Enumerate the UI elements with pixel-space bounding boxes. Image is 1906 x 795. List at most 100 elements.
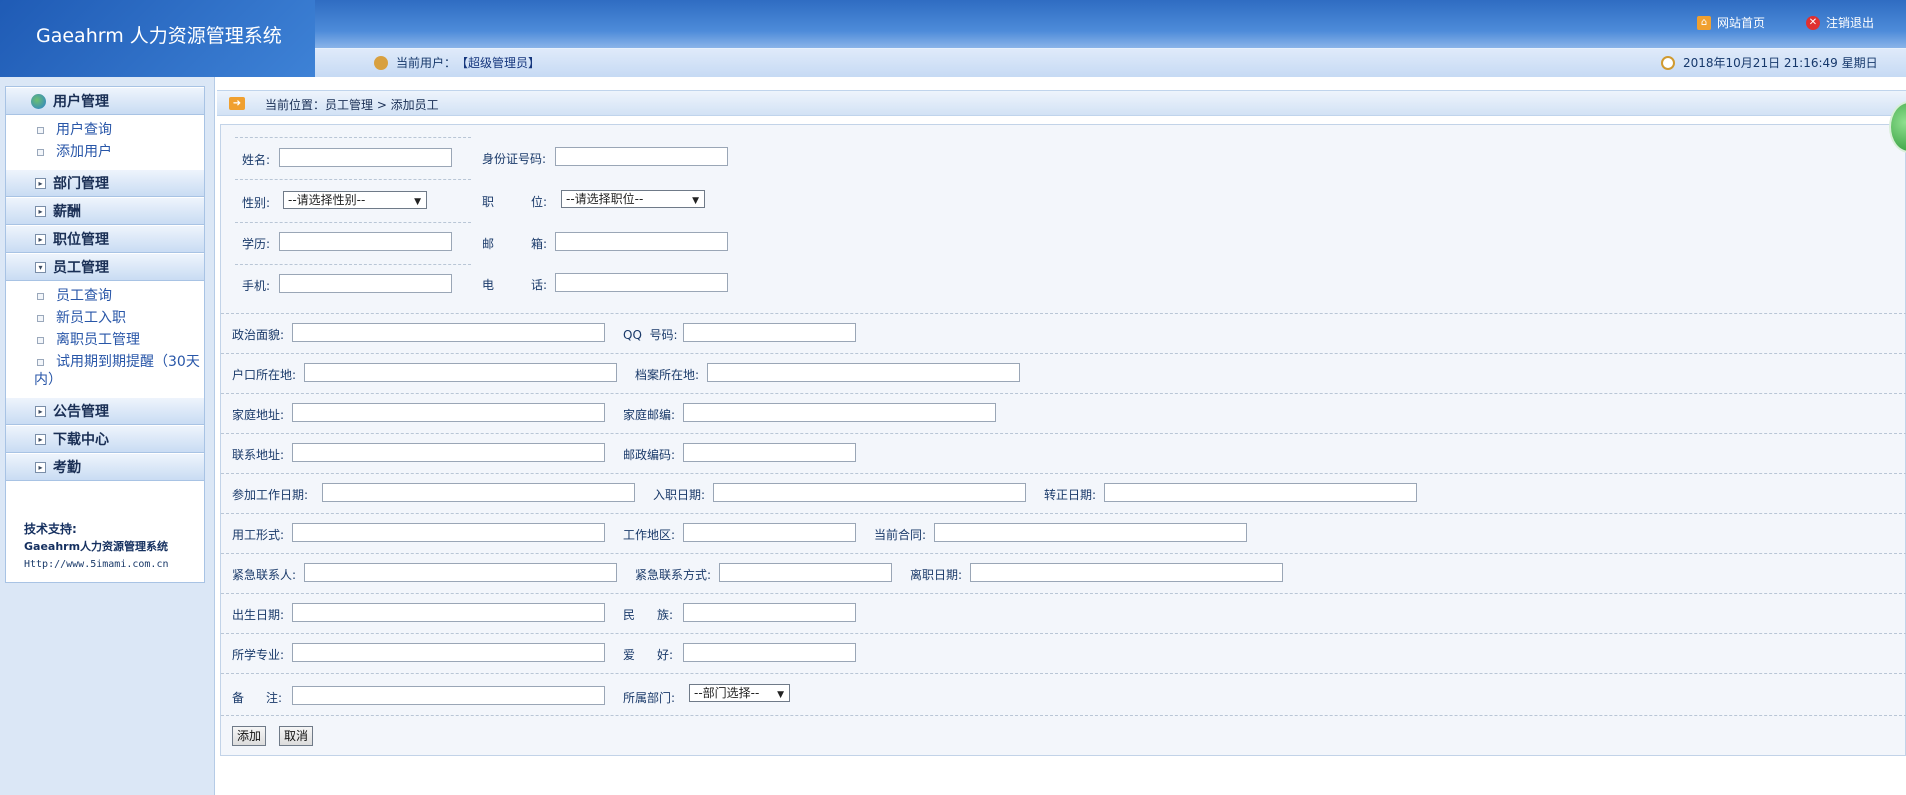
sidebar: 用户管理 用户查询 添加用户 ▸ 部门管理 ▸ 薪酬 ▸ 职位管理 ▾ 员工管理 (0, 77, 215, 795)
sidebar-item-probation-reminder[interactable]: 试用期到期提醒（30天内） (6, 351, 204, 391)
position-select[interactable]: --请选择职位-- ▼ (561, 190, 705, 208)
gender-select[interactable]: --请选择性别-- ▼ (283, 191, 427, 209)
sidebar-item-label: 员工查询 (56, 288, 112, 304)
employment-type-input[interactable] (292, 523, 605, 542)
divider (221, 393, 1906, 394)
politics-input[interactable] (292, 323, 605, 342)
add-button[interactable]: 添加 (232, 726, 267, 746)
menu-department-management[interactable]: ▸ 部门管理 (6, 169, 204, 197)
sidebar-item-label: 试用期到期提醒（30天内） (34, 354, 200, 388)
datetime-text: 2018年10月21日 21:16:49 星期日 (1683, 56, 1878, 70)
hukou-input[interactable] (304, 363, 617, 382)
emergency-contact-input[interactable] (304, 563, 617, 582)
divider (221, 473, 1906, 474)
menu-announcement-management[interactable]: ▸ 公告管理 (6, 397, 204, 425)
email-input[interactable] (555, 232, 728, 251)
remark-label-2: 注: (266, 691, 283, 705)
menu-attendance[interactable]: ▸ 考勤 (6, 453, 204, 481)
divider (221, 673, 1906, 674)
mobile-input[interactable] (279, 274, 452, 293)
bullet-icon (37, 337, 44, 344)
position-label-1: 职 (482, 195, 495, 209)
support-company: Gaeahrm人力资源管理系统 (24, 540, 169, 553)
phone-input[interactable] (555, 273, 728, 292)
current-user-prefix: 当前用户： (396, 56, 457, 70)
sidebar-item-label: 添加用户 (56, 144, 112, 160)
politics-label: 政治面貌: (232, 328, 285, 342)
regular-date-input[interactable] (1104, 483, 1417, 502)
sidebar-item-add-user[interactable]: 添加用户 (6, 141, 204, 163)
menu-label: 下载中心 (53, 432, 109, 448)
bullet-icon (37, 315, 44, 322)
home-link-label: 网站首页 (1717, 16, 1766, 30)
menu-label: 部门管理 (53, 176, 109, 192)
menu-download-center[interactable]: ▸ 下载中心 (6, 425, 204, 453)
expand-icon: ▸ (35, 178, 46, 189)
divider (221, 553, 1906, 554)
work-area-label: 工作地区: (623, 528, 676, 542)
position-label-2: 位: (531, 195, 548, 209)
current-user: 当前用户： 【超级管理员】 (374, 54, 540, 71)
leave-date-input[interactable] (970, 563, 1283, 582)
department-select[interactable]: --部门选择-- ▼ (689, 684, 790, 702)
divider (221, 593, 1906, 594)
breadcrumb-text: 当前位置：员工管理 > 添加员工 (265, 98, 439, 112)
menu-user-management[interactable]: 用户管理 (6, 87, 204, 115)
employee-submenu: 员工查询 新员工入职 离职员工管理 试用期到期提醒（30天内） (6, 281, 204, 397)
home-link[interactable]: ⌂ 网站首页 (1697, 14, 1765, 31)
education-input[interactable] (279, 232, 452, 251)
menu-salary[interactable]: ▸ 薪酬 (6, 197, 204, 225)
bullet-icon (37, 293, 44, 300)
leave-date-label: 离职日期: (910, 568, 963, 582)
support-url[interactable]: Http://www.5imami.com.cn (24, 556, 169, 574)
hukou-label: 户口所在地: (232, 368, 297, 382)
home-address-input[interactable] (292, 403, 605, 422)
zip-code-input[interactable] (683, 443, 856, 462)
support-title: 技术支持: (24, 522, 77, 536)
contract-label: 当前合同: (874, 528, 927, 542)
user-icon (374, 55, 388, 70)
sidebar-item-new-employee[interactable]: 新员工入职 (6, 307, 204, 329)
menu-position-management[interactable]: ▸ 职位管理 (6, 225, 204, 253)
work-area-input[interactable] (683, 523, 856, 542)
remark-input[interactable] (292, 686, 605, 705)
logout-link[interactable]: ✕ 注销退出 (1806, 14, 1874, 31)
divider (221, 353, 1906, 354)
arrow-right-icon: ➜ (229, 97, 245, 110)
menu-label: 员工管理 (53, 260, 109, 276)
work-start-date-input[interactable] (322, 483, 635, 502)
divider (235, 264, 471, 265)
emergency-contact-label: 紧急联系人: (232, 568, 297, 582)
major-input[interactable] (292, 643, 605, 662)
gender-select-value: --请选择性别-- (288, 193, 366, 207)
tech-support: 技术支持: Gaeahrm人力资源管理系统 Http://www.5imami.… (24, 520, 169, 574)
home-address-label: 家庭地址: (232, 408, 285, 422)
home-zip-input[interactable] (683, 403, 996, 422)
menu-employee-management[interactable]: ▾ 员工管理 (6, 253, 204, 281)
sidebar-item-user-query[interactable]: 用户查询 (6, 119, 204, 141)
contact-address-input[interactable] (292, 443, 605, 462)
major-label: 所学专业: (232, 648, 285, 662)
sidebar-item-resigned-employees[interactable]: 离职员工管理 (6, 329, 204, 351)
archive-input[interactable] (707, 363, 1020, 382)
breadcrumb: ➜ 当前位置：员工管理 > 添加员工 (217, 90, 1906, 116)
qq-input[interactable] (683, 323, 856, 342)
birth-date-input[interactable] (292, 603, 605, 622)
sidebar-item-label: 离职员工管理 (56, 332, 140, 348)
ethnic-input[interactable] (683, 603, 856, 622)
idcard-input[interactable] (555, 147, 728, 166)
hobby-input[interactable] (683, 643, 856, 662)
contract-input[interactable] (934, 523, 1247, 542)
bullet-icon (37, 359, 44, 366)
name-label: 姓名: (242, 153, 271, 167)
sidebar-item-employee-query[interactable]: 员工查询 (6, 285, 204, 307)
emergency-phone-input[interactable] (719, 563, 892, 582)
cancel-button[interactable]: 取消 (279, 726, 314, 746)
join-date-input[interactable] (713, 483, 1026, 502)
chevron-down-icon: ▼ (414, 197, 421, 207)
name-input[interactable] (279, 148, 452, 167)
menu-label: 用户管理 (53, 94, 109, 110)
home-zip-label: 家庭邮编: (623, 408, 676, 422)
bullet-icon (37, 149, 44, 156)
hobby-label-1: 爱 (623, 648, 636, 662)
